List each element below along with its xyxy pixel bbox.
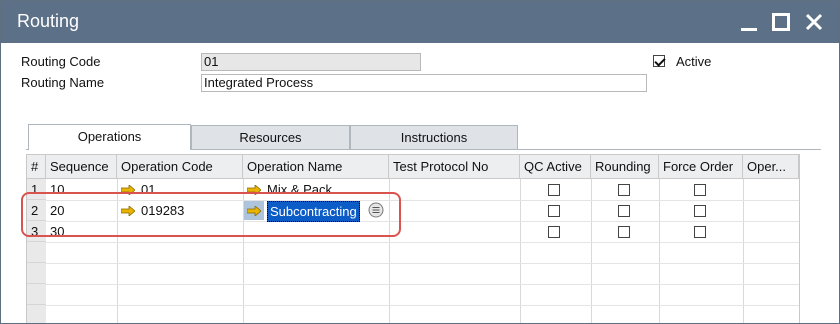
- force-order-checkbox[interactable]: [694, 205, 706, 217]
- title-bar: Routing: [1, 1, 839, 43]
- grid-line: [46, 242, 799, 243]
- force-order-checkbox[interactable]: [694, 184, 706, 196]
- column-header-rounding[interactable]: Rounding: [591, 155, 659, 179]
- minimize-button[interactable]: [735, 7, 763, 37]
- qc-active-checkbox[interactable]: [548, 226, 560, 238]
- qc-active-checkbox[interactable]: [548, 205, 560, 217]
- link-arrow-icon[interactable]: [247, 185, 261, 195]
- routing-code-field[interactable]: 01: [201, 53, 421, 71]
- close-icon: [805, 13, 823, 31]
- tab-operations[interactable]: Operations: [28, 124, 191, 150]
- force-order-checkbox[interactable]: [694, 226, 706, 238]
- window-title: Routing: [17, 11, 80, 31]
- grid-line: [46, 263, 799, 264]
- rounding-checkbox[interactable]: [618, 226, 630, 238]
- grid-line: [46, 305, 799, 306]
- link-arrow-icon[interactable]: [121, 206, 135, 216]
- row-number[interactable]: 1: [27, 179, 46, 200]
- sequence-cell[interactable]: 10: [50, 179, 64, 200]
- row-number-empty: [27, 263, 46, 284]
- column-header-oper[interactable]: Oper...: [743, 155, 799, 179]
- choose-from-list-icon[interactable]: [368, 202, 384, 218]
- routing-code-label: Routing Code: [21, 54, 101, 69]
- operation-name-cell-selected[interactable]: Subcontracting: [267, 201, 360, 222]
- maximize-icon: [772, 13, 790, 31]
- routing-window: Routing Routing Code 01 Routing Name Int…: [0, 0, 840, 324]
- rounding-checkbox[interactable]: [618, 205, 630, 217]
- routing-name-field[interactable]: Integrated Process: [201, 74, 647, 92]
- tab-instructions[interactable]: Instructions: [350, 125, 518, 149]
- column-header-operation-name[interactable]: Operation Name: [243, 155, 389, 179]
- row-number-empty: [27, 242, 46, 263]
- tab-resources[interactable]: Resources: [191, 125, 350, 149]
- form-content: Routing Code 01 Routing Name Integrated …: [1, 44, 839, 323]
- sequence-cell[interactable]: 20: [50, 200, 64, 221]
- column-header-operation-code[interactable]: Operation Code: [117, 155, 243, 179]
- column-header-test-protocol[interactable]: Test Protocol No: [389, 155, 520, 179]
- row-number[interactable]: 2: [27, 200, 46, 221]
- maximize-button[interactable]: [767, 7, 795, 37]
- column-header-number: #: [27, 155, 46, 179]
- rounding-checkbox[interactable]: [618, 184, 630, 196]
- column-header-qc-active[interactable]: QC Active: [520, 155, 591, 179]
- grid-line: [46, 284, 799, 285]
- routing-name-label: Routing Name: [21, 75, 105, 90]
- operations-grid: # Sequence Operation Code Operation Name…: [26, 154, 800, 323]
- close-button[interactable]: [800, 7, 828, 37]
- sequence-cell[interactable]: 30: [50, 221, 64, 242]
- row-number[interactable]: 3: [27, 221, 46, 242]
- qc-active-checkbox[interactable]: [548, 184, 560, 196]
- row-number-empty: [27, 305, 46, 323]
- link-arrow-icon[interactable]: [247, 206, 261, 216]
- active-label: Active: [676, 54, 712, 69]
- active-checkbox[interactable]: [653, 55, 665, 67]
- column-header-force-order[interactable]: Force Order: [659, 155, 743, 179]
- column-header-sequence[interactable]: Sequence: [46, 155, 117, 179]
- row-number-empty: [27, 284, 46, 305]
- grid-line: [46, 221, 799, 222]
- operation-name-cell[interactable]: Mix & Pack: [267, 179, 332, 200]
- operation-code-cell[interactable]: 01: [141, 179, 155, 200]
- minimize-icon: [741, 28, 757, 31]
- operation-code-cell[interactable]: 019283: [141, 200, 184, 221]
- link-arrow-icon[interactable]: [121, 185, 135, 195]
